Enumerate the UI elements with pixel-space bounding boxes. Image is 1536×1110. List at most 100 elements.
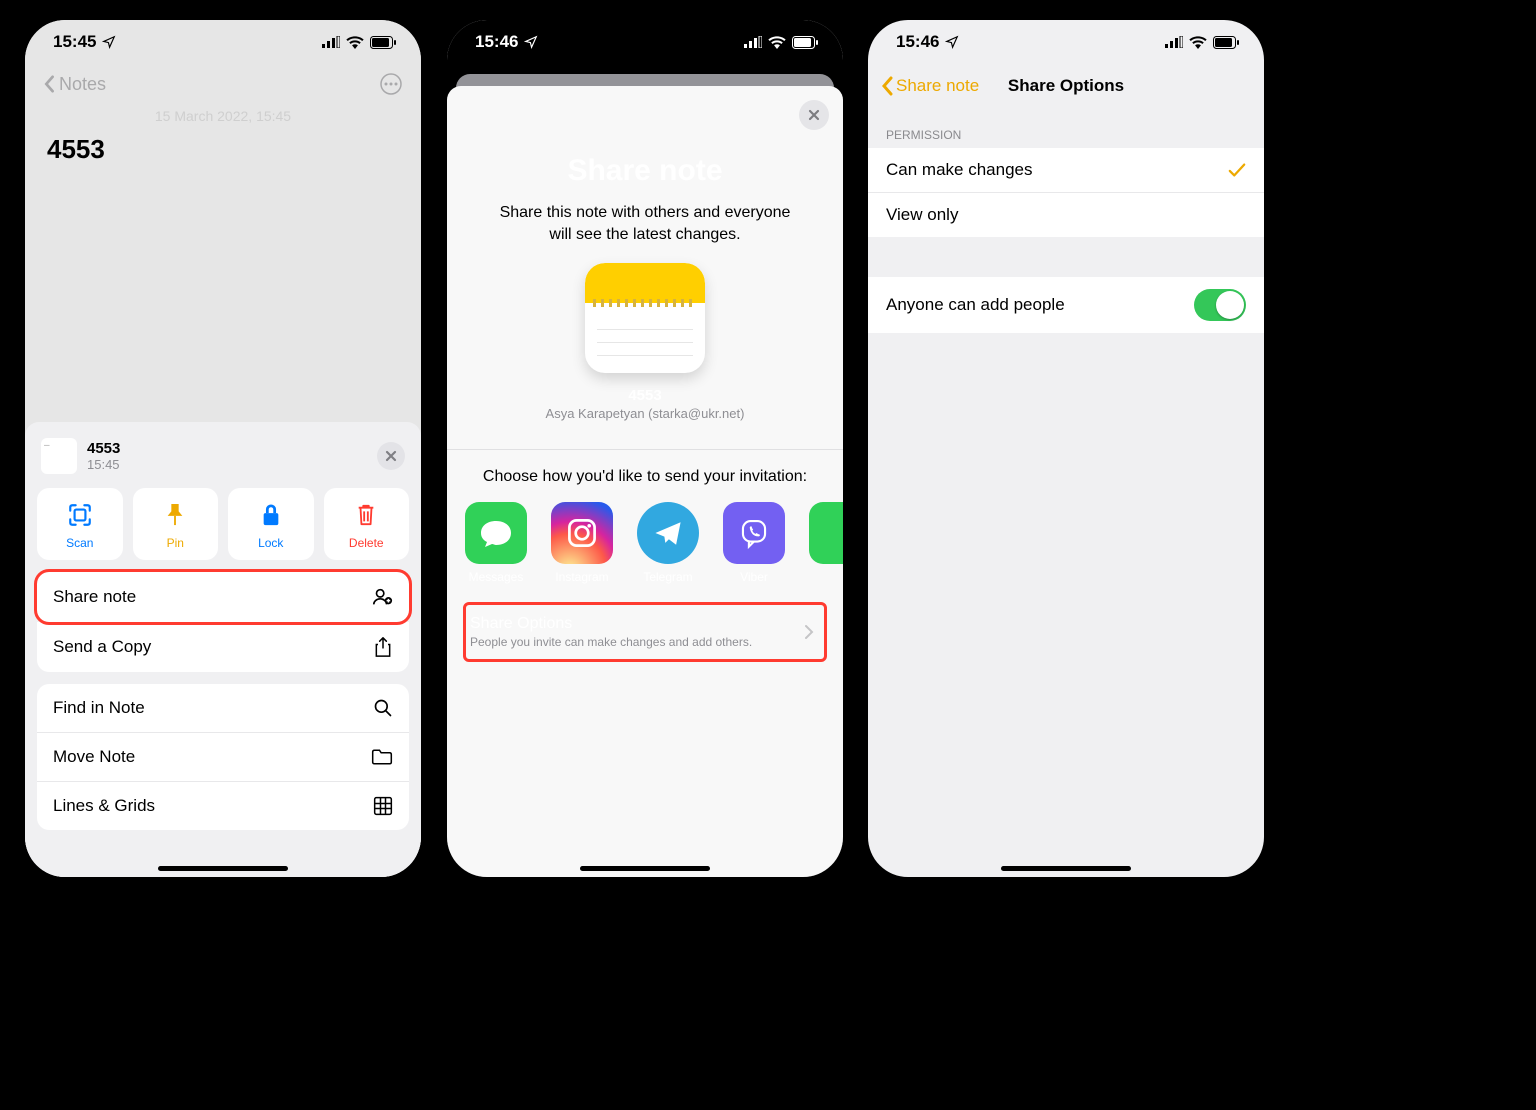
messages-icon xyxy=(465,502,527,564)
status-time: 15:46 xyxy=(896,32,939,52)
row-label: Can make changes xyxy=(886,160,1032,180)
pin-icon xyxy=(164,502,186,528)
share-options-subtitle: People you invite can make changes and a… xyxy=(470,635,752,649)
status-bar: 15:45 xyxy=(25,20,421,64)
move-label: Move Note xyxy=(53,747,135,767)
share-apps-row[interactable]: Messages Instagram Telegram Viber xyxy=(447,486,843,584)
cutoff-icon xyxy=(809,502,843,564)
anyone-can-add-row[interactable]: Anyone can add people xyxy=(868,277,1264,333)
scan-icon xyxy=(67,502,93,528)
viber-icon xyxy=(723,502,785,564)
share-up-icon xyxy=(373,636,393,658)
note-preview-icon xyxy=(585,263,705,373)
location-arrow-icon xyxy=(945,35,959,49)
row-label: View only xyxy=(886,205,958,225)
permission-section-label: Permission xyxy=(868,108,1264,148)
separator xyxy=(447,449,843,450)
chevron-right-icon xyxy=(804,624,814,640)
menu-block-1b: Send a Copy xyxy=(37,622,409,672)
grids-label: Lines & Grids xyxy=(53,796,155,816)
screenshot-3-share-options: 15:46 Share note Share Options Permissio… xyxy=(868,20,1264,877)
note-owner: Asya Karapetyan (starka@ukr.net) xyxy=(447,406,843,421)
more-icon[interactable] xyxy=(379,72,403,96)
share-note-card: Share note Share this note with others a… xyxy=(447,86,843,877)
check-icon xyxy=(1228,162,1246,178)
back-to-notes[interactable]: Notes xyxy=(43,74,106,95)
settings-nav: Share note Share Options xyxy=(868,64,1264,108)
note-nav: Notes xyxy=(25,64,421,104)
sheet-note-title: 4553 xyxy=(87,440,120,457)
note-title[interactable]: 4553 xyxy=(47,134,399,165)
find-label: Find in Note xyxy=(53,698,145,718)
menu-block-2: Find in Note Move Note Lines & Grids xyxy=(37,684,409,830)
app-label: Viber xyxy=(740,570,768,584)
page-description: Share this note with others and everyone… xyxy=(487,202,803,245)
home-indicator[interactable] xyxy=(158,866,288,871)
app-messages[interactable]: Messages xyxy=(465,502,527,584)
trash-icon xyxy=(355,502,377,528)
choose-label: Choose how you'd like to send your invit… xyxy=(447,468,843,486)
cellular-icon xyxy=(744,36,762,48)
share-options-row[interactable]: Share Options People you invite can make… xyxy=(463,602,827,662)
screenshot-1-notes-app: 15:45 Notes 15 March 2022, 15:45 4553 xyxy=(25,20,421,877)
share-options-title: Share Options xyxy=(470,615,752,633)
instagram-icon xyxy=(551,502,613,564)
grid-icon xyxy=(373,796,393,816)
cellular-icon xyxy=(322,36,340,48)
send-copy-row[interactable]: Send a Copy xyxy=(37,622,409,672)
wifi-icon xyxy=(346,36,364,49)
back-label: Share note xyxy=(896,76,979,96)
pin-label: Pin xyxy=(167,536,184,550)
anyone-group: Anyone can add people xyxy=(868,277,1264,333)
wifi-icon xyxy=(1189,36,1207,49)
permission-view-only[interactable]: View only xyxy=(868,192,1264,237)
lines-grids-row[interactable]: Lines & Grids xyxy=(37,781,409,830)
page-title: Share note xyxy=(447,154,843,188)
note-timestamp: 15 March 2022, 15:45 xyxy=(25,108,421,124)
share-note-row[interactable]: Share note xyxy=(37,572,409,622)
telegram-icon xyxy=(637,502,699,564)
close-sheet-button[interactable] xyxy=(377,442,405,470)
battery-icon xyxy=(792,36,819,49)
app-label: Telegram xyxy=(643,570,692,584)
screenshot-2-share-note: 15:46 Share note Share this note with ot… xyxy=(447,20,843,877)
app-label: Messages xyxy=(469,570,524,584)
find-in-note-row[interactable]: Find in Note xyxy=(37,684,409,732)
home-indicator[interactable] xyxy=(1001,866,1131,871)
status-time: 15:46 xyxy=(475,32,518,52)
anyone-toggle[interactable] xyxy=(1194,289,1246,321)
back-label: Notes xyxy=(59,74,106,95)
wifi-icon xyxy=(768,36,786,49)
quick-actions-row: Scan Pin Lock Delete xyxy=(37,488,409,560)
share-note-highlight: Share note xyxy=(37,572,409,622)
delete-action[interactable]: Delete xyxy=(324,488,410,560)
app-cutoff[interactable] xyxy=(809,502,843,584)
app-instagram[interactable]: Instagram xyxy=(551,502,613,584)
cellular-icon xyxy=(1165,36,1183,48)
permission-group: Can make changes View only xyxy=(868,148,1264,237)
app-viber[interactable]: Viber xyxy=(723,502,785,584)
lock-action[interactable]: Lock xyxy=(228,488,314,560)
row-label: Anyone can add people xyxy=(886,295,1065,315)
battery-icon xyxy=(370,36,397,49)
chevron-left-icon xyxy=(880,76,894,96)
home-indicator[interactable] xyxy=(580,866,710,871)
status-bar: 15:46 xyxy=(868,20,1264,64)
lock-icon xyxy=(260,502,282,528)
share-people-icon xyxy=(371,586,393,608)
location-arrow-icon xyxy=(102,35,116,49)
app-label-cutoff xyxy=(838,570,841,584)
app-telegram[interactable]: Telegram xyxy=(637,502,699,584)
app-label: Instagram xyxy=(555,570,608,584)
send-copy-label: Send a Copy xyxy=(53,637,151,657)
delete-label: Delete xyxy=(349,536,384,550)
back-button[interactable]: Share note xyxy=(880,76,979,96)
note-thumbnail xyxy=(41,438,77,474)
sheet-note-time: 15:45 xyxy=(87,457,120,472)
permission-can-make-changes[interactable]: Can make changes xyxy=(868,148,1264,192)
pin-action[interactable]: Pin xyxy=(133,488,219,560)
location-arrow-icon xyxy=(524,35,538,49)
scan-label: Scan xyxy=(66,536,93,550)
move-note-row[interactable]: Move Note xyxy=(37,732,409,781)
scan-action[interactable]: Scan xyxy=(37,488,123,560)
